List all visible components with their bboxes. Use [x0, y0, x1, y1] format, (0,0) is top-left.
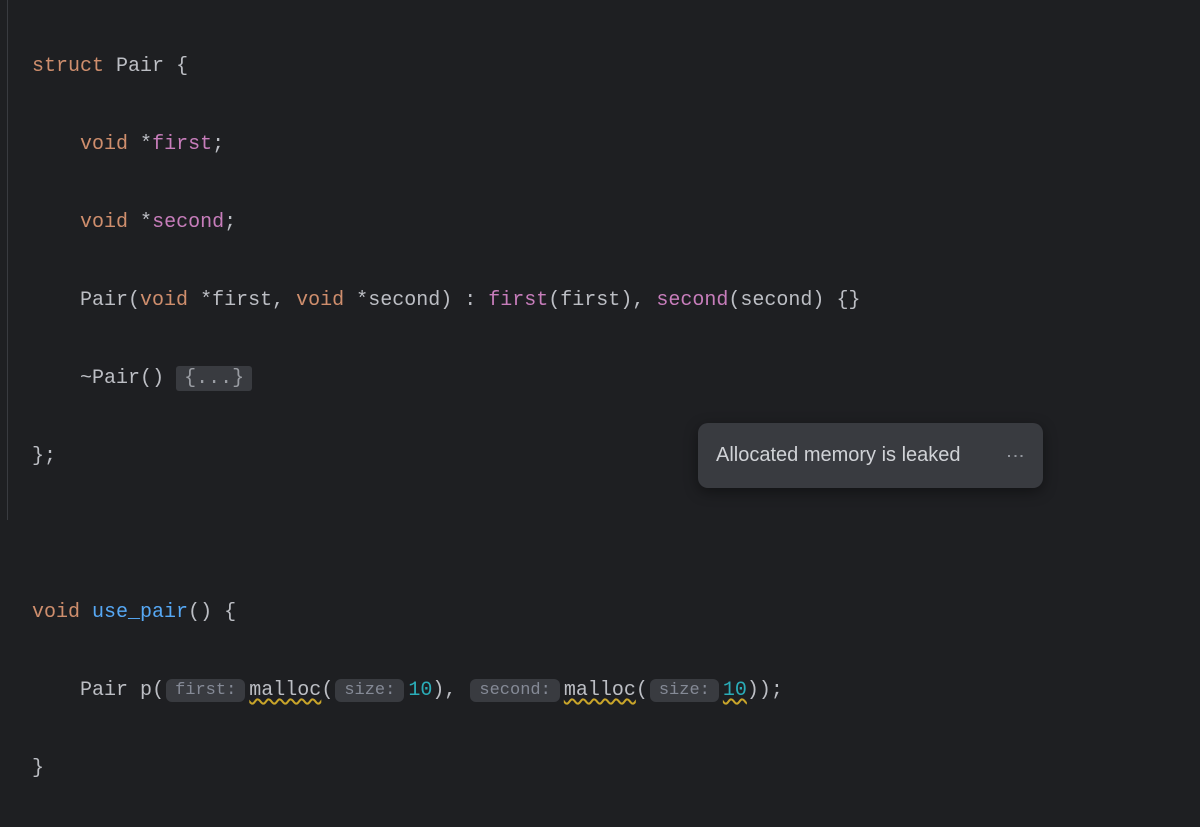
semicolon: ; — [224, 211, 236, 234]
arg-first: first — [560, 289, 620, 312]
collapsed-region[interactable]: {...} — [176, 366, 252, 391]
field-second: second — [152, 211, 224, 234]
keyword-struct: struct — [32, 55, 104, 78]
arg-second: second — [740, 289, 812, 312]
inspection-tooltip[interactable]: Allocated memory is leaked ⋮ — [698, 423, 1043, 488]
call-malloc: malloc — [564, 679, 636, 702]
keyword-void: void — [80, 211, 128, 234]
brace-close: } — [32, 757, 44, 780]
comma: , — [444, 679, 456, 702]
code-line[interactable]: Pair(void *first, void *second) : first(… — [32, 281, 1200, 320]
var-p: p — [140, 679, 152, 702]
code-line[interactable]: void *second; — [32, 203, 1200, 242]
paren-open: ( — [636, 679, 648, 702]
function-name: use_pair — [92, 601, 188, 624]
paren-close: ) — [759, 679, 771, 702]
brace-open: { — [176, 55, 188, 78]
param-second: second — [368, 289, 440, 312]
star: * — [140, 211, 152, 234]
number-literal: 10 — [408, 679, 432, 702]
destructor-name: Pair — [92, 367, 140, 390]
code-line[interactable]: ~Pair() {...} — [32, 359, 1200, 398]
inlay-hint-size: size: — [650, 679, 719, 702]
keyword-void: void — [296, 289, 344, 312]
inlay-hint-second: second: — [470, 679, 559, 702]
brace-close: } — [32, 445, 44, 468]
number-literal: 10 — [723, 679, 747, 702]
paren-close: ) — [620, 289, 632, 312]
code-line[interactable]: void use_pair() { — [32, 593, 1200, 632]
paren-open: ( — [140, 367, 152, 390]
paren-close: ) — [812, 289, 824, 312]
type-name: Pair — [80, 679, 128, 702]
paren-close: ) — [432, 679, 444, 702]
star: * — [140, 133, 152, 156]
call-malloc: malloc — [249, 679, 321, 702]
paren-open: ( — [321, 679, 333, 702]
constructor-name: Pair — [80, 289, 128, 312]
comma: , — [272, 289, 284, 312]
more-icon[interactable]: ⋮ — [1007, 447, 1025, 465]
paren-open: ( — [128, 289, 140, 312]
braces-empty: {} — [836, 289, 860, 312]
param-first: first — [212, 289, 272, 312]
inlay-hint-first: first: — [166, 679, 245, 702]
paren-close: ) — [152, 367, 164, 390]
paren-open: ( — [548, 289, 560, 312]
paren-close: ) — [747, 679, 759, 702]
colon: : — [464, 289, 476, 312]
inlay-hint-size: size: — [335, 679, 404, 702]
field-first: first — [152, 133, 212, 156]
paren-open: ( — [152, 679, 164, 702]
paren-close: ) — [440, 289, 452, 312]
keyword-void: void — [80, 133, 128, 156]
code-line[interactable] — [32, 515, 1200, 554]
code-editor[interactable]: struct Pair { void *first; void *second;… — [0, 0, 1200, 827]
comma: , — [632, 289, 644, 312]
keyword-void: void — [140, 289, 188, 312]
paren-open: ( — [728, 289, 740, 312]
type-name: Pair — [116, 55, 164, 78]
code-line[interactable]: Pair p(first:malloc(size:10), second:mal… — [32, 671, 1200, 710]
keyword-void: void — [32, 601, 80, 624]
tilde: ~ — [80, 367, 92, 390]
init-second: second — [656, 289, 728, 312]
code-line[interactable]: } — [32, 749, 1200, 788]
semicolon: ; — [44, 445, 56, 468]
paren-close: ) — [200, 601, 212, 624]
semicolon: ; — [771, 679, 783, 702]
init-first: first — [488, 289, 548, 312]
semicolon: ; — [212, 133, 224, 156]
code-line[interactable]: void *first; — [32, 125, 1200, 164]
star: * — [356, 289, 368, 312]
star: * — [200, 289, 212, 312]
paren-open: ( — [188, 601, 200, 624]
code-line[interactable]: struct Pair { — [32, 47, 1200, 86]
brace-open: { — [224, 601, 236, 624]
tooltip-text: Allocated memory is leaked — [716, 436, 961, 475]
